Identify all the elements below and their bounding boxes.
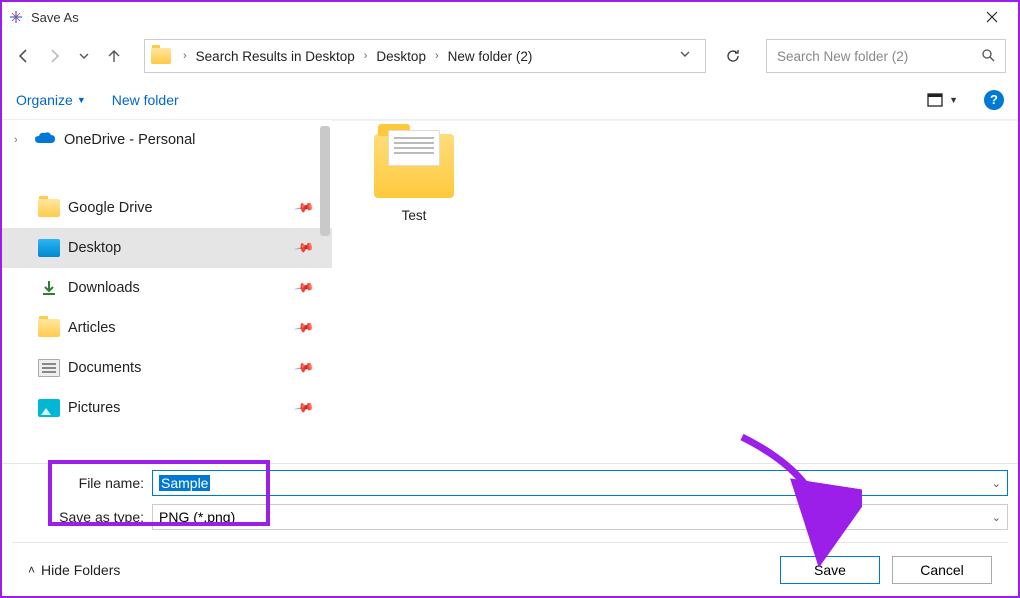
form-area: File name: Sample ⌄ Save as type: PNG (*… — [2, 463, 1018, 596]
close-button[interactable] — [972, 3, 1012, 31]
folder-item-test[interactable]: Test — [354, 134, 474, 223]
search-icon — [981, 48, 995, 65]
download-icon — [38, 279, 60, 297]
tree-label: Desktop — [68, 240, 121, 256]
tree-label: Google Drive — [68, 200, 153, 216]
pin-icon: 📌 — [293, 237, 315, 259]
pin-icon: 📌 — [293, 197, 315, 219]
tree-label: Documents — [68, 360, 141, 376]
chevron-right-icon[interactable]: › — [14, 134, 26, 146]
content-pane[interactable]: Test — [332, 120, 1018, 463]
address-bar[interactable]: › Search Results in Desktop › Desktop › … — [144, 39, 706, 73]
chevron-down-icon[interactable]: ⌄ — [992, 511, 1001, 524]
navigation-pane: › OneDrive - Personal Google Drive 📌 Des… — [2, 120, 332, 463]
cancel-button[interactable]: Cancel — [892, 556, 992, 584]
help-button[interactable]: ? — [984, 90, 1004, 110]
tree-label: Pictures — [68, 400, 120, 416]
breadcrumb-segment[interactable]: New folder (2) — [445, 49, 536, 64]
tree-item-desktop[interactable]: Desktop 📌 — [2, 228, 332, 268]
breadcrumb-segment[interactable]: Desktop — [373, 49, 429, 64]
footer: ˄ Hide Folders Save Cancel — [12, 542, 1008, 596]
body: › OneDrive - Personal Google Drive 📌 Des… — [2, 120, 1018, 463]
save-as-dialog: Save As › Search Results in Desktop › De… — [0, 0, 1020, 598]
folder-icon — [374, 134, 454, 198]
chevron-right-icon[interactable]: › — [431, 50, 443, 62]
search-placeholder: Search New folder (2) — [777, 49, 908, 64]
view-menu[interactable]: ▼ — [927, 93, 958, 107]
chevron-right-icon[interactable]: › — [360, 50, 372, 62]
breadcrumb-segment[interactable]: Search Results in Desktop — [193, 49, 358, 64]
tree-item-documents[interactable]: Documents 📌 — [2, 348, 332, 388]
folder-icon — [38, 199, 60, 217]
chevron-right-icon[interactable]: › — [179, 50, 191, 62]
titlebar: Save As — [2, 2, 1018, 32]
up-button[interactable] — [104, 46, 124, 66]
filename-input[interactable]: Sample ⌄ — [152, 470, 1008, 496]
tree-label: Articles — [68, 320, 116, 336]
tree-item-articles[interactable]: Articles 📌 — [2, 308, 332, 348]
address-dropdown[interactable] — [671, 47, 699, 65]
tree-item-onedrive[interactable]: › OneDrive - Personal — [2, 120, 332, 160]
chevron-up-icon: ˄ — [28, 563, 35, 577]
back-button[interactable] — [14, 46, 34, 66]
pin-icon: 📌 — [293, 397, 315, 419]
window-title: Save As — [31, 10, 972, 25]
forward-button[interactable] — [44, 46, 64, 66]
view-icon — [927, 93, 943, 107]
filetype-select[interactable]: PNG (*.png) ⌄ — [152, 504, 1008, 530]
documents-icon — [38, 359, 60, 377]
desktop-icon — [38, 239, 60, 257]
chevron-down-icon[interactable]: ⌄ — [992, 477, 1001, 490]
recent-dropdown[interactable] — [74, 46, 94, 66]
pin-icon: 📌 — [293, 317, 315, 339]
onedrive-icon — [34, 131, 56, 149]
tree-label: Downloads — [68, 280, 140, 296]
chevron-down-icon: ▼ — [77, 95, 86, 105]
item-label: Test — [354, 208, 474, 223]
new-folder-button[interactable]: New folder — [112, 92, 179, 108]
pin-icon: 📌 — [293, 357, 315, 379]
pictures-icon — [38, 399, 60, 417]
save-button[interactable]: Save — [780, 556, 880, 584]
folder-icon — [151, 48, 171, 64]
refresh-button[interactable] — [716, 39, 750, 73]
chevron-down-icon: ▼ — [949, 95, 958, 105]
nav-row: › Search Results in Desktop › Desktop › … — [2, 32, 1018, 80]
toolbar: Organize ▼ New folder ▼ ? — [2, 80, 1018, 120]
search-input[interactable]: Search New folder (2) — [766, 39, 1006, 73]
filetype-label: Save as type: — [12, 509, 144, 525]
pin-icon: 📌 — [293, 277, 315, 299]
filename-value: Sample — [159, 475, 210, 491]
filetype-value: PNG (*.png) — [159, 509, 235, 525]
scrollbar-thumb[interactable] — [320, 126, 330, 236]
app-icon — [8, 9, 24, 25]
organize-menu[interactable]: Organize ▼ — [16, 92, 86, 108]
tree-item-downloads[interactable]: Downloads 📌 — [2, 268, 332, 308]
folder-icon — [38, 319, 60, 337]
filename-label: File name: — [12, 475, 144, 491]
hide-folders-toggle[interactable]: ˄ Hide Folders — [28, 562, 120, 578]
tree-item-gdrive[interactable]: Google Drive 📌 — [2, 188, 332, 228]
tree-label: OneDrive - Personal — [64, 132, 195, 148]
tree-item-pictures[interactable]: Pictures 📌 — [2, 388, 332, 428]
